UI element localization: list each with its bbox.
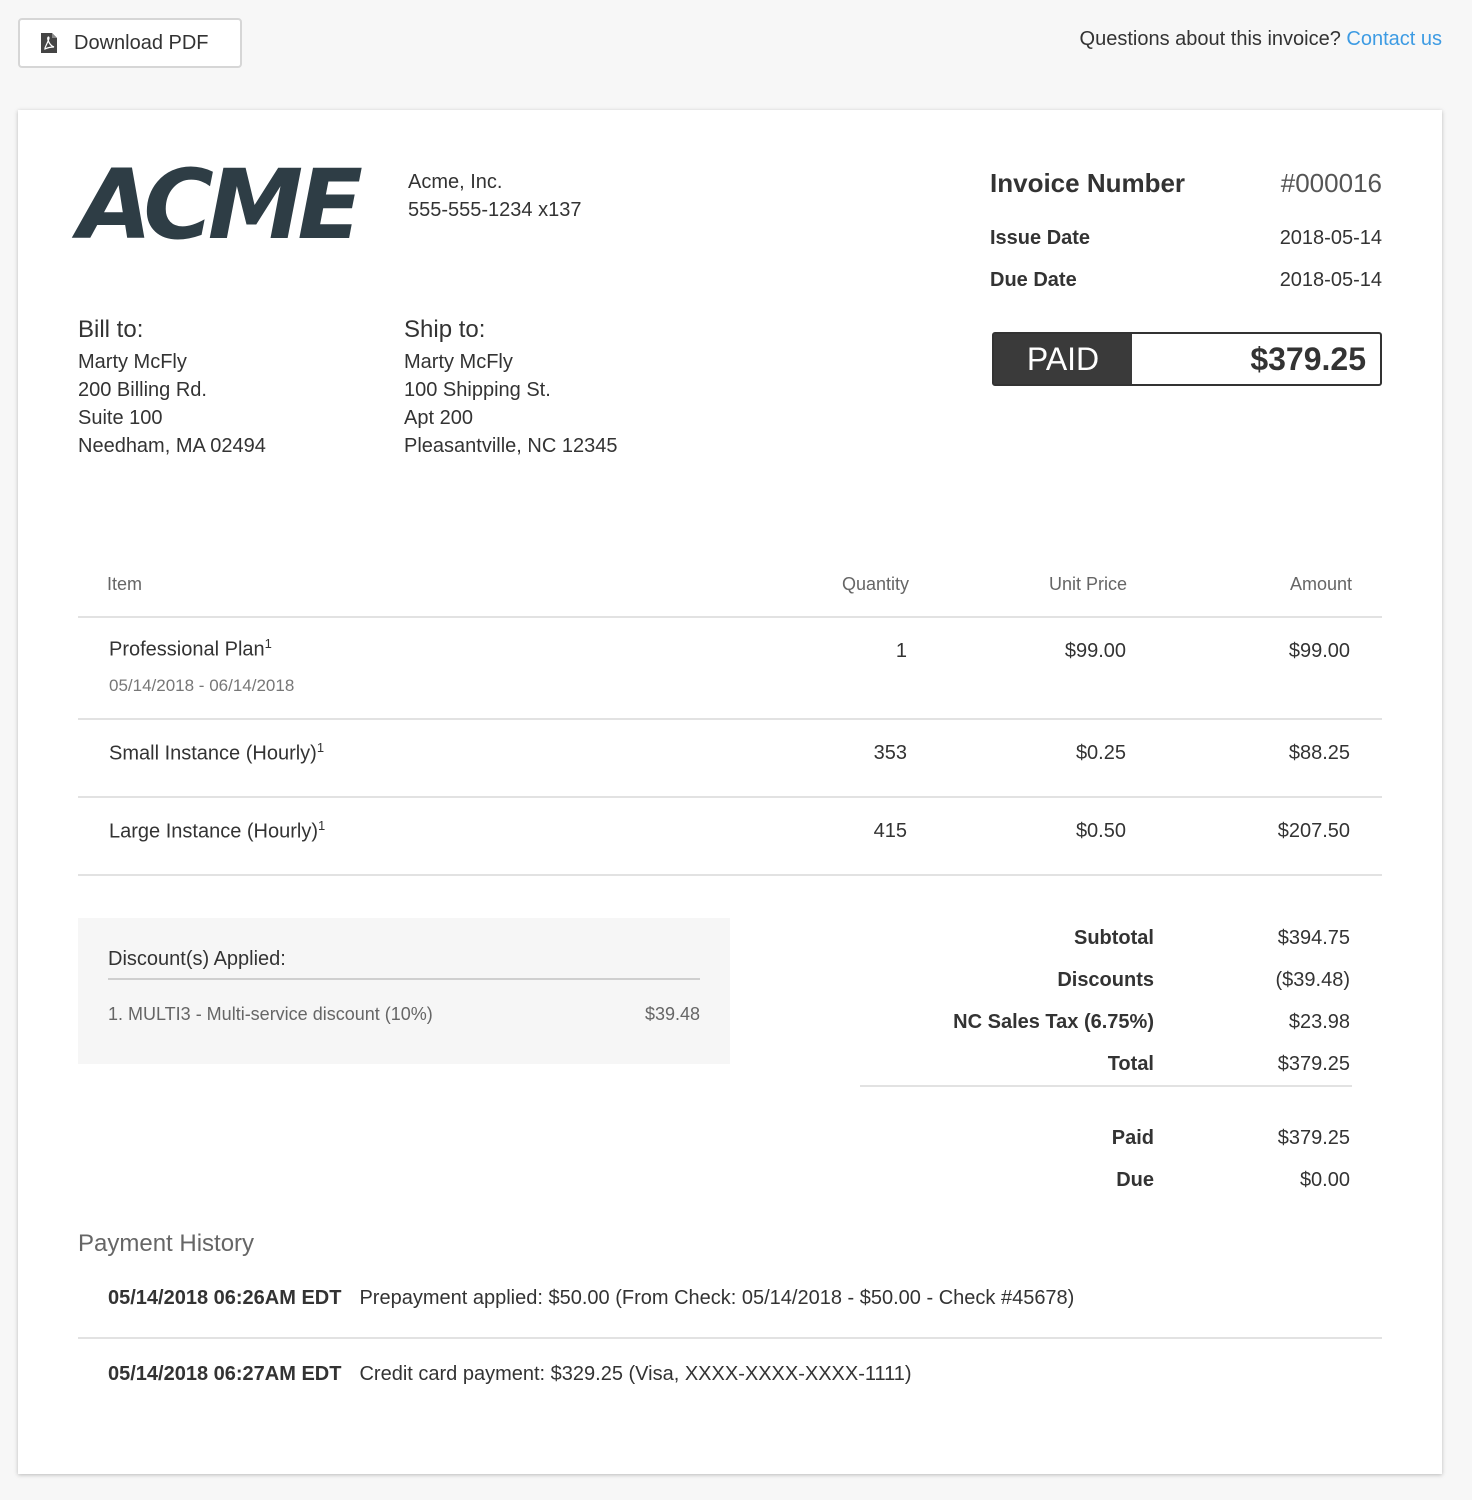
payment-description: Credit card payment: $329.25 (Visa, XXXX… (359, 1363, 912, 1385)
table-divider (78, 874, 1382, 876)
bill-to-line: 200 Billing Rd. (78, 379, 207, 401)
item-name: Large Instance (Hourly)1 (109, 818, 326, 843)
item-quantity: 353 (873, 742, 907, 764)
table-row: Professional Plan1 05/14/2018 - 06/14/20… (18, 616, 1442, 718)
status-badge: PAID (994, 334, 1132, 384)
payment-date: 05/14/2018 06:26AM EDT (108, 1287, 342, 1309)
due-value: $0.00 (1299, 1169, 1350, 1191)
payment-divider (78, 1337, 1382, 1339)
due-date-label: Due Date (990, 269, 1077, 291)
invoice-number-label: Invoice Number (990, 168, 1186, 198)
item-name: Small Instance (Hourly)1 (109, 740, 325, 765)
status-amount: $379.25 (1250, 340, 1366, 377)
item-amount: $88.25 (1288, 742, 1350, 764)
paid-label: Paid (1111, 1127, 1154, 1149)
acme-logo: ACME (78, 149, 363, 261)
invoice-number: #000016 (1280, 168, 1382, 198)
table-row: Small Instance (Hourly)1 353 $0.25 $88.2… (18, 720, 1442, 796)
col-header-amount: Amount (1289, 574, 1352, 594)
company-phone: 555-555-1234 x137 (408, 199, 582, 221)
company-info: Acme, Inc. 555-555-1234 x137 (408, 168, 581, 224)
col-header-quantity: Quantity (841, 574, 909, 594)
totals-divider (860, 1085, 1352, 1087)
item-period: 05/14/2018 - 06/14/2018 (109, 676, 295, 695)
question-text: Questions about this invoice? (1079, 28, 1341, 50)
subtotal-label: Subtotal (1074, 927, 1154, 949)
company-name: Acme, Inc. (408, 171, 503, 193)
invoice-question: Questions about this invoice? Contact us (1080, 28, 1442, 51)
payment-status-box: PAID $379.25 (992, 332, 1382, 386)
payment-description: Prepayment applied: $50.00 (From Check: … (359, 1287, 1075, 1309)
download-pdf-button[interactable]: Download PDF (18, 18, 242, 68)
discounts-divider (108, 978, 700, 980)
ship-to-line: Marty McFly (404, 351, 513, 373)
item-unit-price: $0.50 (1075, 820, 1126, 842)
item-unit-price: $0.25 (1075, 742, 1126, 764)
issue-date: 2018-05-14 (1279, 227, 1382, 249)
bill-to-title: Bill to: (78, 316, 144, 343)
ship-to-line: Apt 200 (404, 407, 473, 429)
col-header-unit-price: Unit Price (1048, 574, 1127, 594)
item-quantity: 1 (895, 640, 907, 662)
paid-value: $379.25 (1277, 1127, 1350, 1149)
discounts-panel: Discount(s) Applied: 1. MULTI3 - Multi-s… (78, 918, 730, 1064)
item-quantity: 415 (873, 820, 907, 842)
ship-to-line: Pleasantville, NC 12345 (404, 435, 618, 457)
payment-entry: 05/14/2018 06:26AM EDT Prepayment applied… (108, 1287, 1074, 1310)
download-pdf-label: Download PDF (74, 31, 209, 54)
ship-to-line: 100 Shipping St. (404, 379, 551, 401)
subtotal-value: $394.75 (1277, 927, 1350, 949)
ship-to-title: Ship to: (404, 316, 486, 343)
discounts-total-label: Discounts (1057, 969, 1154, 991)
table-row: Large Instance (Hourly)1 415 $0.50 $207.… (18, 798, 1442, 874)
bill-to: Bill to: Marty McFly 200 Billing Rd. Sui… (78, 316, 266, 460)
bill-to-line: Needham, MA 02494 (78, 435, 266, 457)
issue-date-label: Issue Date (990, 227, 1091, 249)
due-date: 2018-05-14 (1279, 269, 1382, 291)
payment-date: 05/14/2018 06:27AM EDT (108, 1363, 342, 1385)
discount-amount: $39.48 (644, 1004, 700, 1024)
tax-label: NC Sales Tax (6.75%) (953, 1011, 1154, 1033)
pdf-file-icon (40, 32, 58, 54)
discounts-total-value: ($39.48) (1275, 969, 1351, 991)
payment-entry: 05/14/2018 06:27AM EDT Credit card paymen… (108, 1363, 912, 1386)
discounts-title: Discount(s) Applied: (108, 948, 286, 970)
discount-label: 1. MULTI3 - Multi-service discount (10%) (108, 1004, 433, 1024)
bill-to-line: Suite 100 (78, 407, 163, 429)
item-name: Professional Plan1 (109, 636, 272, 661)
total-value: $379.25 (1277, 1053, 1350, 1075)
item-unit-price: $99.00 (1064, 640, 1126, 662)
contact-us-link[interactable]: Contact us (1346, 28, 1442, 50)
col-header-item: Item (107, 574, 143, 594)
invoice-card: ACME Acme, Inc. 555-555-1234 x137 Invoic… (18, 110, 1442, 1474)
ship-to: Ship to: Marty McFly 100 Shipping St. Ap… (404, 316, 617, 460)
tax-value: $23.98 (1288, 1011, 1350, 1033)
total-label: Total (1107, 1053, 1154, 1075)
due-label: Due (1116, 1169, 1154, 1191)
item-amount: $207.50 (1277, 820, 1350, 842)
payment-history-title: Payment History (78, 1230, 255, 1257)
bill-to-line: Marty McFly (78, 351, 187, 373)
item-amount: $99.00 (1288, 640, 1350, 662)
